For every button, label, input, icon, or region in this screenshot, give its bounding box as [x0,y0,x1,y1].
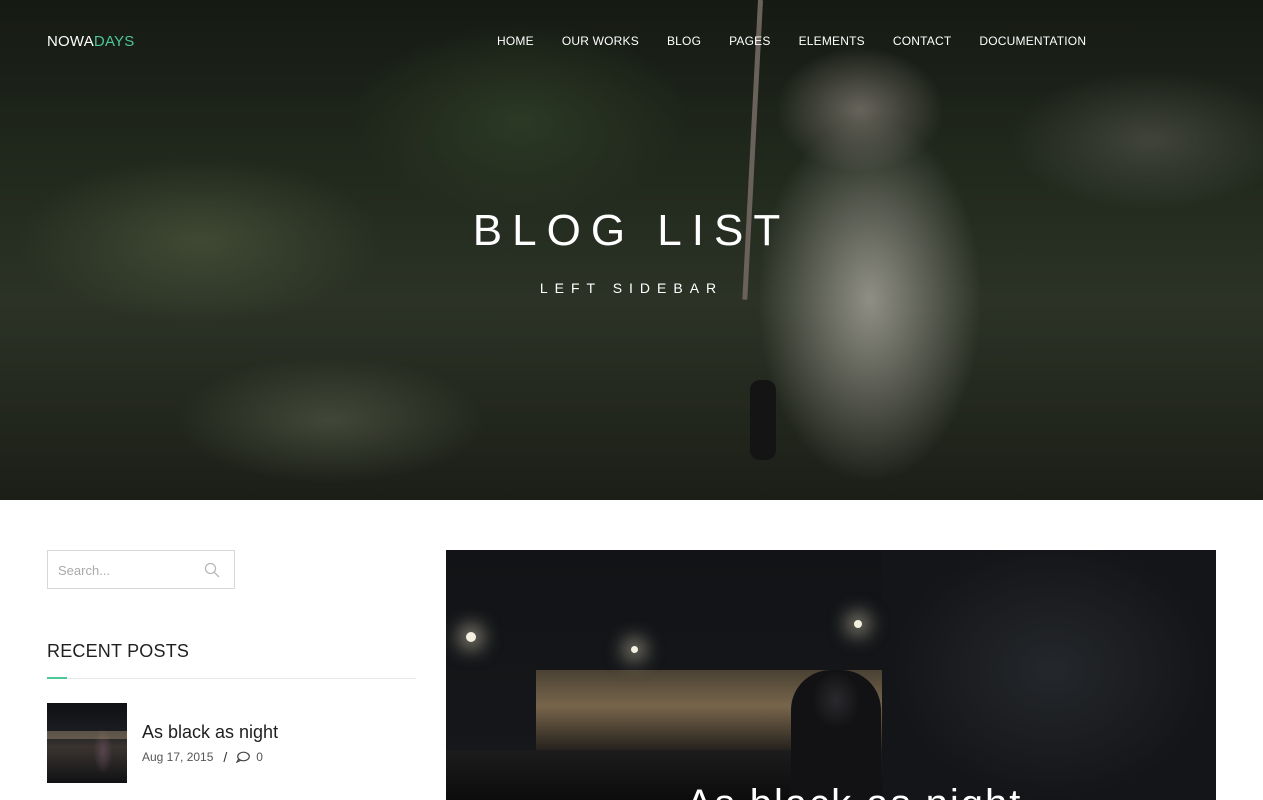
featured-post-title[interactable]: As black as night [686,782,1022,800]
logo-text-primary: NOWA [47,33,94,50]
search-input[interactable] [58,560,198,580]
image-dark-wall [882,550,1216,800]
comment-icon [236,751,251,763]
page-title: BLOG LIST [472,206,791,255]
image-street-lamp [466,632,476,642]
umbrella-handle [750,380,776,460]
nav-item-blog[interactable]: BLOG [667,34,701,48]
heading-accent-line [47,677,67,679]
image-masked-figure [791,670,881,800]
recent-posts-heading: RECENT POSTS [47,641,190,661]
heading-divider [47,678,416,679]
recent-post-title[interactable]: As black as night [142,722,278,743]
recent-post-comment-count[interactable]: 0 [256,750,263,764]
nav-item-elements[interactable]: ELEMENTS [799,34,865,48]
image-street-lamp [631,646,638,653]
search-icon[interactable] [204,562,220,578]
logo-text-accent: DAYS [93,33,135,50]
nav-item-home[interactable]: HOME [497,34,534,48]
nav-item-documentation[interactable]: DOCUMENTATION [979,34,1086,48]
recent-post-date: Aug 17, 2015 [142,750,214,764]
hero-banner: NOWADAYS HOME OUR WORKS BLOG PAGES ELEME… [0,0,1263,500]
recent-post-meta: Aug 17, 2015 / 0 [142,749,263,765]
image-street-lamp [854,620,862,628]
nav-item-pages[interactable]: PAGES [729,34,770,48]
meta-separator: / [223,749,228,765]
top-navigation: NOWADAYS HOME OUR WORKS BLOG PAGES ELEME… [0,0,1263,82]
page-subtitle: LEFT SIDEBAR [539,280,724,296]
site-logo[interactable]: NOWADAYS [47,33,134,50]
nav-item-our-works[interactable]: OUR WORKS [562,34,639,48]
featured-post-image[interactable]: As black as night [446,550,1216,800]
recent-post-thumbnail[interactable] [47,703,127,783]
main-menu: HOME OUR WORKS BLOG PAGES ELEMENTS CONTA… [497,34,1086,48]
search-box [47,550,235,589]
nav-item-contact[interactable]: CONTACT [893,34,952,48]
